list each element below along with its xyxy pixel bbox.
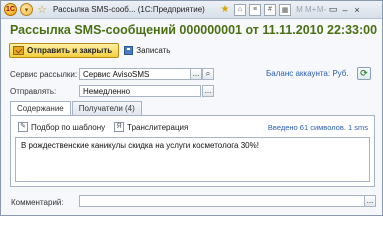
sender-select-button[interactable]: ... — [202, 85, 214, 97]
document-icon[interactable]: ≡ — [249, 3, 261, 16]
content-panel: ✎ Подбор по шаблону Я Транслитерация Вве… — [10, 115, 375, 187]
1c-logo-icon[interactable]: 1C — [4, 3, 17, 16]
character-counter: Введено 61 символов. 1 sms — [267, 123, 368, 132]
form-toolbar: Отправить и закрыть Записать — [9, 43, 170, 58]
page-title: Рассылка SMS-сообщений 000000001 от 11.1… — [10, 23, 378, 37]
comment-more-button[interactable]: ... — [364, 195, 376, 207]
memory-m-button[interactable]: M — [294, 5, 305, 14]
tab-strip: Содержание Получатели (4) — [10, 101, 143, 116]
comment-label: Комментарий: — [11, 198, 64, 207]
memory-minus-button[interactable]: M- — [316, 5, 327, 14]
save-button[interactable]: Записать — [124, 46, 170, 55]
transliteration-button[interactable]: Я Транслитерация — [114, 122, 188, 132]
pick-template-label: Подбор по шаблону — [31, 122, 106, 132]
send-icon — [13, 46, 24, 55]
transliteration-icon: Я — [114, 122, 125, 132]
comment-field[interactable] — [79, 195, 365, 207]
close-window-button[interactable]: × — [351, 5, 363, 15]
calculator-icon[interactable]: # — [264, 3, 276, 16]
calendar-icon[interactable]: ▦ — [279, 3, 291, 16]
title-bar: 1C ▾ ☆ Рассылка SMS-сооб... (1С:Предприя… — [1, 1, 382, 19]
service-label: Сервис рассылки: — [10, 70, 78, 79]
content-tools: ✎ Подбор по шаблону Я Транслитерация — [18, 122, 197, 132]
template-icon: ✎ — [18, 122, 28, 132]
tab-recipients[interactable]: Получатели (4) — [71, 101, 142, 115]
sender-label: Отправлять: — [10, 87, 57, 96]
favorites-icon[interactable]: ★ — [219, 4, 231, 16]
minimize-window-button[interactable]: – — [339, 5, 351, 15]
send-and-close-button[interactable]: Отправить и закрыть — [9, 43, 120, 58]
message-textarea[interactable]: В рождественские каникулы скидка на услу… — [15, 137, 370, 182]
balance-link[interactable]: Баланс аккаунта: Руб. — [266, 69, 349, 78]
pick-template-button[interactable]: ✎ Подбор по шаблону — [18, 122, 105, 132]
service-select-button[interactable]: ... — [190, 68, 202, 80]
transliteration-label: Транслитерация — [127, 122, 189, 132]
restore-window-button[interactable]: ▭ — [327, 4, 339, 15]
tab-content[interactable]: Содержание — [10, 101, 71, 116]
document-window: 1C ▾ ☆ Рассылка SMS-сооб... (1С:Предприя… — [0, 0, 383, 216]
sender-field[interactable]: Немедленно — [79, 85, 201, 97]
memory-plus-button[interactable]: M+ — [305, 5, 316, 14]
main-menu-icon[interactable]: ▾ — [20, 3, 33, 16]
send-and-close-label: Отправить и закрыть — [27, 46, 113, 55]
refresh-balance-icon[interactable]: ⟳ — [357, 67, 371, 80]
save-label: Записать — [136, 46, 171, 55]
service-field[interactable]: Сервис AvisoSMS — [79, 68, 201, 80]
window-title: Рассылка SMS-сооб... (1С:Предприятие) — [53, 5, 205, 14]
save-disk-icon — [124, 46, 134, 55]
favorite-star-icon[interactable]: ☆ — [36, 3, 48, 16]
service-open-icon[interactable]: ⌕ — [202, 68, 214, 80]
home-icon[interactable]: ⌂ — [234, 3, 246, 16]
